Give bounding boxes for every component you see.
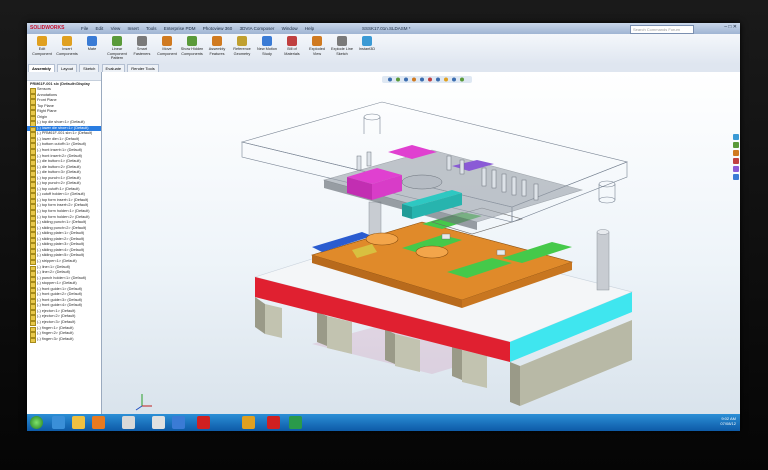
- ribbon-button-label: Edit Component: [32, 47, 52, 56]
- ribbon-button-icon: [162, 36, 172, 46]
- ribbon-button-icon: [187, 36, 197, 46]
- ribbon-button-icon: [237, 36, 247, 46]
- menu-tools[interactable]: Tools: [146, 26, 157, 31]
- file-explorer-icon[interactable]: [733, 150, 739, 156]
- minimize-icon[interactable]: –: [724, 24, 727, 30]
- window-controls: – □ ✕: [724, 24, 737, 30]
- command-manager: Edit Component Insert Components Mate Linea…: [27, 34, 740, 65]
- menu-3dvia[interactable]: 3DVIA Composer: [240, 26, 275, 31]
- ribbon-button-label: Smart Fasteners: [133, 47, 151, 56]
- media-player-icon[interactable]: [92, 416, 105, 429]
- solidworks-window: SOLIDWORKS File Edit View Insert Tools E…: [27, 23, 740, 431]
- ribbon-button-icon: [287, 36, 297, 46]
- ribbon-button-label: New Motion Study: [256, 47, 278, 56]
- ribbon-button-icon: [262, 36, 272, 46]
- ribbon-button-icon: [112, 36, 122, 46]
- document-title: SSSK17.01n.SLDASM *: [362, 26, 411, 31]
- maximize-icon[interactable]: □: [728, 24, 731, 30]
- view-palette-icon[interactable]: [733, 158, 739, 164]
- feature-manager-tree: PRM61F-001 slx (Default<Display Sensors A…: [27, 72, 102, 416]
- heads-up-toolbar[interactable]: [382, 76, 472, 83]
- app-icon[interactable]: [172, 416, 185, 429]
- menu-photoview[interactable]: Photoview 360: [203, 26, 233, 31]
- title-bar: SOLIDWORKS File Edit View Insert Tools E…: [27, 23, 740, 34]
- ribbon-button-icon: [87, 36, 97, 46]
- ribbon-button-label: Move Component: [157, 47, 177, 56]
- app-icon[interactable]: [242, 416, 255, 429]
- command-tabs: Assembly Layout Sketch Evaluate Render T…: [27, 64, 740, 73]
- system-tray[interactable]: 9:02 AM 07/08/12: [720, 416, 736, 426]
- ribbon-button-icon: [337, 36, 347, 46]
- task-pane-tabs: [732, 132, 740, 182]
- ie-icon[interactable]: [52, 416, 65, 429]
- ribbon-button[interactable]: Explode Line Sketch: [330, 36, 354, 56]
- ribbon-button-label: Insert Components: [56, 47, 78, 56]
- menu-insert[interactable]: Insert: [128, 26, 139, 31]
- menu-file[interactable]: File: [81, 26, 88, 31]
- menu-help[interactable]: Help: [305, 26, 314, 31]
- solidworks-taskbar-icon[interactable]: [197, 416, 210, 429]
- ribbon-button[interactable]: Bill of Materials: [280, 36, 304, 56]
- menu-edit[interactable]: Edit: [96, 26, 104, 31]
- excel-icon[interactable]: [289, 416, 302, 429]
- menu-window[interactable]: Window: [282, 26, 298, 31]
- ribbon-button[interactable]: Linear Component Pattern: [105, 36, 129, 61]
- ribbon-button-label: Show Hidden Components: [180, 47, 204, 56]
- design-library-icon[interactable]: [733, 142, 739, 148]
- ribbon-button[interactable]: Exploded View: [305, 36, 329, 56]
- graphics-area[interactable]: [102, 72, 740, 416]
- ribbon-button[interactable]: Insert Components: [55, 36, 79, 56]
- ribbon-button-icon: [62, 36, 72, 46]
- ribbon-button-label: Mate: [87, 47, 97, 51]
- ribbon-button[interactable]: Smart Fasteners: [130, 36, 154, 56]
- ribbon-button-label: Exploded View: [309, 47, 325, 56]
- ribbon-button-icon: [212, 36, 222, 46]
- home-icon[interactable]: [733, 134, 739, 140]
- ribbon-button[interactable]: New Motion Study: [255, 36, 279, 56]
- ribbon-button[interactable]: Show Hidden Components: [180, 36, 204, 56]
- solidworks-logo: SOLIDWORKS: [30, 25, 65, 31]
- windows-taskbar: 9:02 AM 07/08/12: [27, 414, 740, 431]
- ribbon-button-icon: [362, 36, 372, 46]
- ribbon-button[interactable]: Move Component: [155, 36, 179, 56]
- menu-enterprise-pdm[interactable]: Enterprise PDM: [164, 26, 196, 31]
- search-input[interactable]: Search Commands Forum: [630, 25, 694, 34]
- coordinate-triad-icon: [135, 394, 152, 411]
- punch-plate[interactable]: [322, 145, 584, 230]
- die-assembly-model: [135, 76, 633, 411]
- ribbon-button-icon: [312, 36, 322, 46]
- app-icon[interactable]: [152, 416, 165, 429]
- menu-view[interactable]: View: [111, 26, 121, 31]
- ribbon-button[interactable]: Reference Geometry: [230, 36, 254, 56]
- ribbon-button[interactable]: Assembly Features: [205, 36, 229, 56]
- ribbon-button[interactable]: Mate: [80, 36, 104, 52]
- ribbon-button-label: Reference Geometry: [233, 47, 251, 56]
- ribbon-button-icon: [37, 36, 47, 46]
- clock-date: 07/08/12: [720, 421, 736, 426]
- tree-item[interactable]: (-) finger<3> (Default): [27, 337, 101, 343]
- appearances-icon[interactable]: [733, 166, 739, 172]
- tree-items: Sensors Annotations Front Plane Top Plane Ri…: [27, 87, 101, 343]
- solidworks-taskbar-icon[interactable]: [267, 416, 280, 429]
- ribbon-button-label: Instant3D: [358, 47, 376, 51]
- ribbon-button-label: Linear Component Pattern: [107, 47, 127, 60]
- app-icon[interactable]: [122, 416, 135, 429]
- start-button-icon[interactable]: [30, 416, 43, 429]
- ribbon-button-label: Explode Line Sketch: [331, 47, 353, 56]
- ribbon-button-icon: [137, 36, 147, 46]
- ribbon-button-label: Assembly Features: [208, 47, 226, 56]
- custom-properties-icon[interactable]: [733, 174, 739, 180]
- ribbon-button[interactable]: Edit Component: [30, 36, 54, 56]
- tree-toolbar: [27, 72, 101, 81]
- explorer-icon[interactable]: [72, 416, 85, 429]
- ribbon-button-label: Bill of Materials: [284, 47, 300, 56]
- menu-bar: File Edit View Insert Tools Enterprise P…: [81, 26, 320, 31]
- close-icon[interactable]: ✕: [733, 24, 737, 30]
- ribbon-button[interactable]: Instant3D: [355, 36, 379, 52]
